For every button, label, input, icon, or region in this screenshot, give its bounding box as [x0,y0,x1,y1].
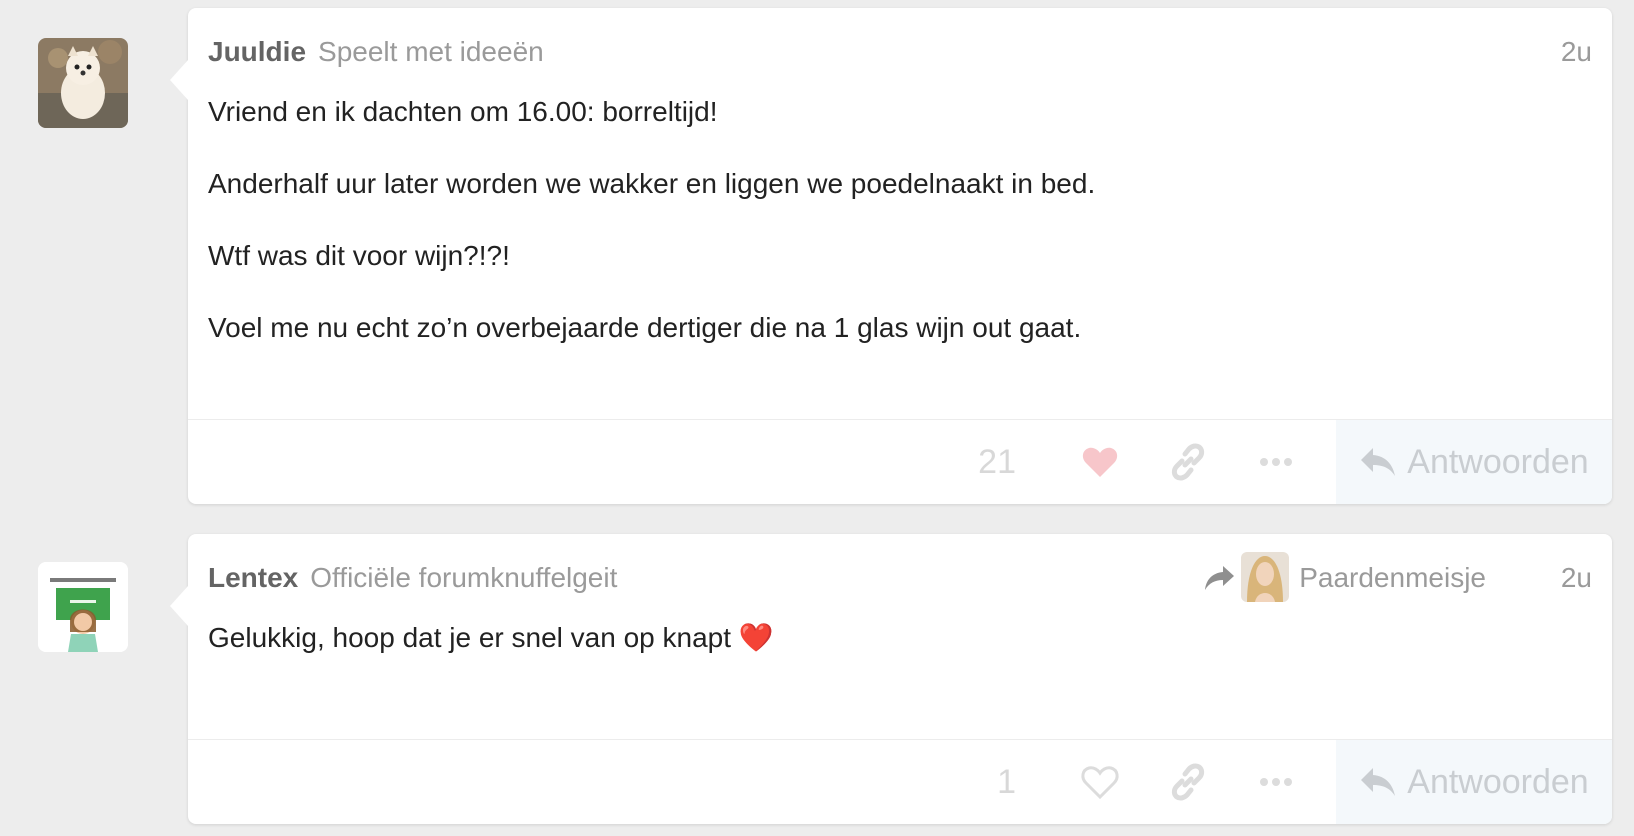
post-age[interactable]: 2u [1561,558,1592,598]
user-title: Speelt met ideeën [318,36,544,67]
post-paragraph: Vriend en ik dachten om 16.00: borreltij… [208,96,718,127]
reply-to-indicator[interactable]: Paardenmeisje [1203,552,1486,602]
post-header: Juuldie Speelt met ideeën 2u [208,32,1592,72]
post-age[interactable]: 2u [1561,32,1592,72]
post-actions: 21 Antwoorden [188,419,1612,504]
post-paragraph: Anderhalf uur later worden we wakker en … [208,168,1096,199]
post-header: Lentex Officiële forumknuffelgeit Paarden… [208,552,1592,602]
link-icon[interactable] [1168,442,1208,482]
avatar-lentex[interactable] [38,562,128,652]
post-body: Gelukkig, hoop dat je er snel van op kna… [208,618,1572,690]
reply-button-label: Antwoorden [1407,442,1589,481]
link-icon[interactable] [1168,762,1208,802]
reply-button-label: Antwoorden [1407,762,1589,801]
like-count[interactable]: 1 [997,758,1016,806]
reply-arrow-icon [1361,768,1396,796]
reply-button[interactable]: Antwoorden [1336,740,1612,824]
reply-to-avatar-icon [1241,552,1290,602]
more-options-icon[interactable] [1256,762,1296,802]
post-paragraph: Gelukkig, hoop dat je er snel van op kna… [208,622,774,653]
reply-to-avatar [1241,552,1290,602]
reply-arrow-icon [1361,448,1396,476]
pomeranian-dog-avatar-icon [38,38,128,128]
reply-to-name: Paardenmeisje [1299,562,1486,593]
like-count[interactable]: 21 [978,438,1016,486]
post-paragraph: Wtf was dit voor wijn?!?! [208,240,510,271]
teacher-badge-avatar-icon [38,562,128,652]
user-title: Officiële forumknuffelgeit [310,562,618,593]
more-options-icon[interactable] [1256,442,1296,482]
heart-outline-icon[interactable] [1080,762,1120,802]
post-paragraph: Voel me nu echt zo’n overbejaarde dertig… [208,312,1082,343]
share-arrow-icon [1205,566,1235,590]
post-card: Juuldie Speelt met ideeën 2u Vriend en ik… [170,8,1612,504]
username[interactable]: Juuldie [208,36,306,67]
post-actions: 1 Antwoorden [188,739,1612,824]
reply-button[interactable]: Antwoorden [1336,420,1612,504]
post-body: Vriend en ik dachten om 16.00: borreltij… [208,92,1572,380]
post-card: Lentex Officiële forumknuffelgeit Paarden… [170,534,1612,824]
username[interactable]: Lentex [208,562,298,593]
heart-icon[interactable] [1080,442,1120,482]
avatar-juuldie[interactable] [38,38,128,128]
